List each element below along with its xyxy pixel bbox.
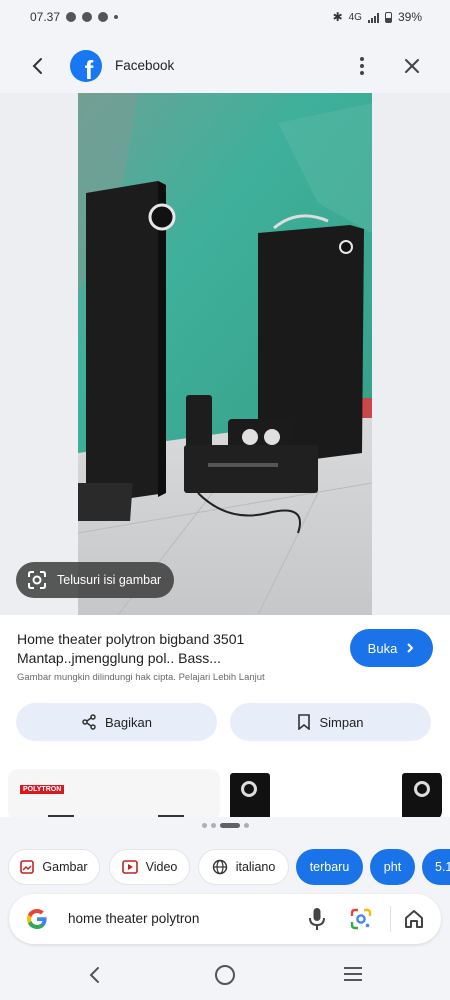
image-icon [20, 860, 35, 874]
signal-icon [367, 12, 379, 23]
nav-recent-apps-icon[interactable] [344, 967, 362, 981]
bluetooth-icon: ✱ [332, 10, 343, 24]
search-bar[interactable]: home theater polytron [9, 894, 441, 944]
more-notifications-icon [114, 15, 119, 19]
search-inside-image-button[interactable]: Telusuri isi gambar [16, 562, 174, 598]
result-title[interactable]: Home theater polytron bigband 3501 Manta… [17, 630, 317, 668]
filter-chips: Gambar Video italiano terbaru pht 5.1 [0, 849, 450, 887]
save-label: Simpan [319, 714, 364, 730]
messenger-icon [98, 12, 109, 22]
related-image-1[interactable]: POLYTRON [8, 769, 220, 817]
chip-latest-label: terbaru [309, 860, 350, 874]
share-icon [82, 714, 96, 730]
status-bar: 07.37 ✱ 4G 39% [0, 0, 450, 34]
chip-pht-label: pht [383, 860, 402, 874]
system-navigation-bar [0, 952, 450, 1000]
chat-icon [82, 12, 93, 22]
chip-images-label: Gambar [42, 860, 88, 874]
open-button-label: Buka [367, 640, 398, 656]
globe-icon [212, 859, 227, 875]
close-button[interactable] [400, 54, 424, 78]
nav-home-icon[interactable] [215, 965, 235, 985]
chip-language-label: italiano [235, 860, 276, 874]
bookmark-icon [298, 714, 311, 730]
chip-5-1-label: 5.1 [435, 860, 450, 874]
carousel-indicator [0, 823, 450, 828]
status-time: 07.37 [30, 10, 61, 24]
result-title-line1: Home theater polytron bigband 3501 [17, 631, 245, 647]
copyright-note[interactable]: Gambar mungkin dilindungi hak cipta. Pel… [17, 672, 265, 683]
nav-back-icon[interactable] [84, 964, 106, 986]
back-button[interactable] [26, 54, 50, 78]
polytron-logo: POLYTRON [20, 785, 65, 794]
share-button[interactable]: Bagikan [16, 703, 217, 741]
chip-language[interactable]: italiano [198, 849, 289, 885]
battery-icon [384, 11, 392, 23]
result-info-panel: Home theater polytron bigband 3501 Manta… [0, 615, 450, 765]
microphone-icon[interactable] [305, 906, 329, 932]
home-icon[interactable] [402, 907, 426, 931]
related-images-strip: POLYTRON [0, 765, 450, 817]
related-image-2[interactable] [228, 769, 442, 817]
whatsapp-icon [66, 12, 77, 22]
google-lens-icon [28, 571, 46, 589]
chevron-right-icon [407, 643, 414, 653]
chip-images[interactable]: Gambar [8, 849, 100, 885]
chip-pht[interactable]: pht [370, 849, 415, 885]
source-title[interactable]: Facebook [115, 58, 174, 73]
speaker-photo[interactable] [78, 93, 372, 615]
google-lens-icon[interactable] [349, 907, 373, 931]
chip-5-1[interactable]: 5.1 [422, 849, 450, 885]
chevron-left-icon [32, 58, 42, 74]
divider [390, 906, 391, 932]
save-button[interactable]: Simpan [230, 703, 431, 741]
video-icon [121, 860, 138, 874]
viewer-topbar: f Facebook [0, 40, 450, 92]
chip-video[interactable]: Video [109, 849, 190, 885]
network-type: 4G [348, 11, 362, 23]
facebook-logo: f [70, 50, 102, 82]
chip-video-label: Video [145, 860, 178, 874]
google-logo-icon [27, 909, 47, 929]
result-title-line2: Mantap..jmengglung pol.. Bass... [17, 650, 221, 666]
share-label: Bagikan [105, 714, 152, 730]
search-inside-image-label: Telusuri isi gambar [57, 573, 162, 587]
search-query[interactable]: home theater polytron [68, 911, 199, 926]
open-button[interactable]: Buka [350, 629, 433, 667]
more-options-button[interactable] [350, 54, 374, 78]
close-icon [405, 59, 419, 73]
chip-latest[interactable]: terbaru [296, 849, 363, 885]
image-viewer: Telusuri isi gambar [0, 93, 450, 615]
battery-level: 39% [397, 10, 422, 24]
